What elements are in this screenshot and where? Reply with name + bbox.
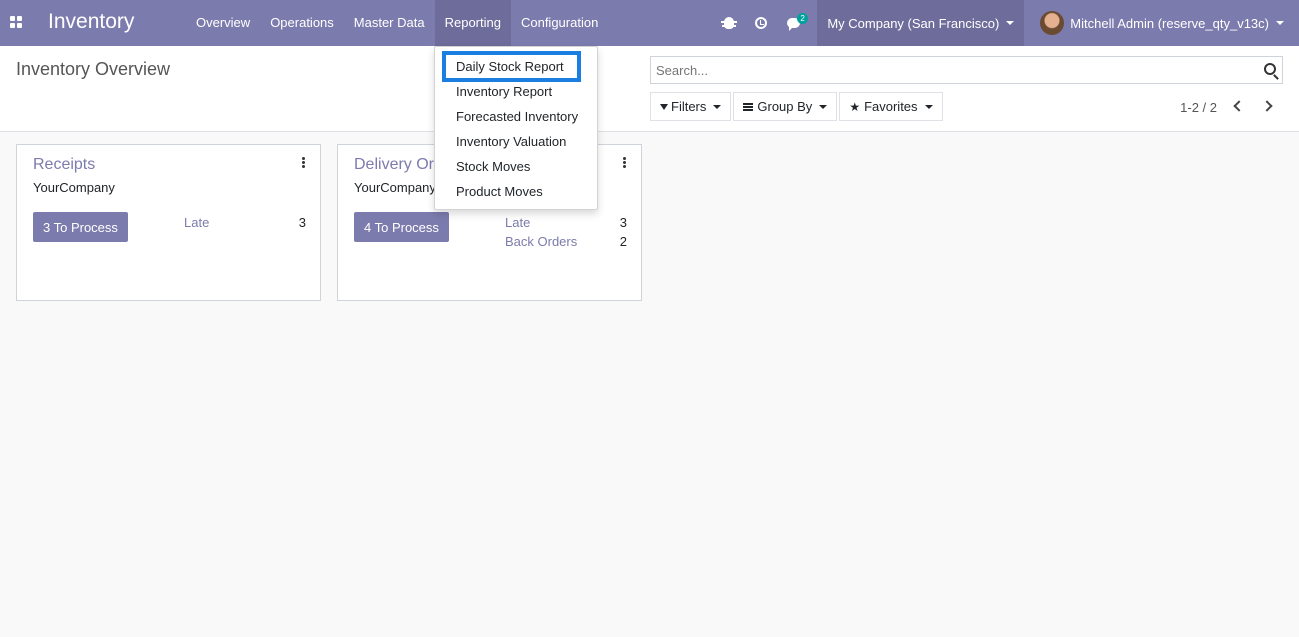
menu-operations[interactable]: Operations — [260, 0, 344, 46]
stat-late-value: 3 — [619, 215, 627, 230]
stat-late-link[interactable]: Late — [184, 215, 209, 230]
user-name: Mitchell Admin (reserve_qty_v13c) — [1070, 15, 1269, 31]
favorites-label: Favorites — [864, 99, 918, 114]
menu-item-stock-moves[interactable]: Stock Moves — [456, 159, 530, 174]
group-by-button[interactable]: Group By — [733, 92, 838, 121]
page-title: Inventory Overview — [16, 59, 171, 79]
caret-down-icon — [1006, 21, 1015, 25]
card-company: YourCompany — [33, 180, 115, 195]
group-by-label: Group By — [757, 99, 813, 114]
app-title[interactable]: Inventory — [48, 10, 134, 34]
filter-icon — [660, 103, 668, 110]
menu-item-forecasted-inventory[interactable]: Forecasted Inventory — [456, 109, 578, 124]
search-icon[interactable] — [1264, 63, 1276, 75]
search-options: Filters Group By ★ Favorites — [650, 92, 944, 121]
messaging-chat-icon[interactable]: 2 — [777, 0, 809, 46]
top-navbar: Inventory Overview Operations Master Dat… — [0, 0, 1299, 46]
chat-count-badge: 2 — [797, 13, 808, 24]
company-switcher[interactable]: My Company (San Francisco) — [817, 0, 1025, 46]
to-process-button[interactable]: 3 To Process — [33, 212, 128, 242]
search-input[interactable] — [651, 57, 1251, 83]
debug-bug-icon[interactable] — [713, 0, 745, 46]
stat-row: Late 3 — [184, 215, 306, 230]
activity-clock-icon[interactable] — [745, 0, 777, 46]
menu-reporting[interactable]: Reporting — [434, 0, 511, 46]
card-company: YourCompany — [354, 180, 436, 195]
company-name: My Company (San Francisco) — [827, 15, 1000, 31]
caret-down-icon — [1276, 21, 1284, 25]
main-menu: Overview Operations Master Data Reportin… — [186, 0, 608, 46]
stat-late-link[interactable]: Late — [505, 215, 530, 230]
kebab-menu-icon[interactable] — [302, 157, 305, 168]
kebab-menu-icon[interactable] — [623, 157, 626, 168]
caret-down-icon — [924, 104, 933, 109]
favorites-button[interactable]: ★ Favorites — [839, 92, 943, 121]
menu-item-inventory-valuation[interactable]: Inventory Valuation — [456, 134, 566, 149]
stat-row: Late 3 — [505, 215, 627, 230]
star-icon: ★ — [849, 99, 861, 114]
chevron-right-icon[interactable] — [1261, 100, 1273, 112]
menu-overview[interactable]: Overview — [186, 0, 260, 46]
systray: 2 My Company (San Francisco) Mitchell Ad… — [713, 0, 1299, 46]
bars-icon — [743, 102, 754, 111]
reporting-dropdown-menu: Daily Stock Report Inventory Report Fore… — [434, 46, 598, 210]
stat-late-value: 3 — [298, 215, 306, 230]
menu-master-data[interactable]: Master Data — [344, 0, 435, 46]
operation-card-receipts: Receipts YourCompany 3 To Process Late 3 — [16, 144, 321, 301]
stat-row: Back Orders 2 — [505, 234, 627, 249]
stat-back-orders-link[interactable]: Back Orders — [505, 234, 577, 249]
avatar — [1040, 11, 1065, 35]
control-panel: Inventory Overview Filters Group By ★Fav… — [0, 46, 1299, 132]
apps-grid-icon[interactable] — [10, 16, 22, 28]
stat-back-orders-value: 2 — [619, 234, 627, 249]
menu-configuration[interactable]: Configuration — [511, 0, 608, 46]
filters-button[interactable]: Filters — [650, 92, 732, 121]
menu-item-product-moves[interactable]: Product Moves — [456, 184, 543, 199]
filters-label: Filters — [671, 99, 707, 114]
caret-down-icon — [819, 104, 828, 109]
chevron-left-icon[interactable] — [1233, 100, 1245, 112]
menu-item-inventory-report[interactable]: Inventory Report — [456, 84, 552, 99]
search-box — [650, 56, 1283, 84]
user-menu[interactable]: Mitchell Admin (reserve_qty_v13c) — [1024, 0, 1299, 46]
card-title[interactable]: Receipts — [33, 156, 95, 174]
to-process-button[interactable]: 4 To Process — [354, 212, 449, 242]
menu-item-daily-stock-report[interactable]: Daily Stock Report — [456, 59, 564, 74]
caret-down-icon — [713, 104, 722, 109]
pager-value[interactable]: 1-2 / 2 — [1180, 100, 1217, 115]
